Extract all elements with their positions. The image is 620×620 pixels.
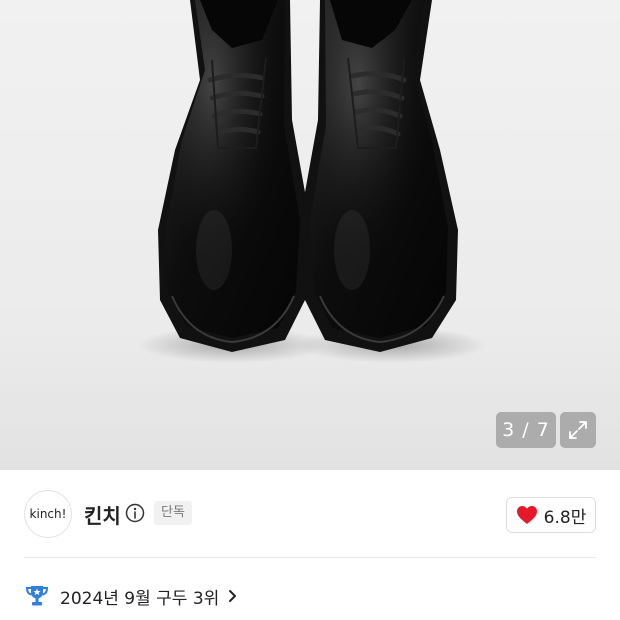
product-photo-shoes (137, 0, 487, 363)
image-counter: 3 / 7 (496, 412, 556, 448)
ranking-link[interactable]: 2024년 9월 구두 3위 (24, 580, 239, 612)
like-count: 6.8만 (543, 507, 587, 528)
chevron-right-icon (229, 590, 237, 602)
like-button[interactable]: 6.8만 (506, 497, 596, 533)
info-circle-icon[interactable] (125, 503, 145, 523)
exclusive-badge: 단독 (154, 501, 192, 525)
brand-logo[interactable]: kinch! (24, 490, 72, 538)
image-counter-text: 3 / 7 (502, 419, 550, 441)
heart-icon (516, 506, 537, 524)
expand-arrows-icon (569, 421, 587, 439)
divider (24, 557, 596, 558)
brand-logo-text: kinch! (29, 507, 67, 521)
brand-name[interactable]: 킨치 (84, 500, 121, 529)
brand-row: kinch! 킨치 단독 6.8만 (0, 470, 620, 558)
expand-image-button[interactable] (560, 412, 596, 448)
product-image-gallery[interactable]: 3 / 7 (0, 0, 620, 470)
ranking-text: 2024년 9월 구두 3위 (60, 588, 220, 609)
trophy-icon (25, 586, 49, 606)
